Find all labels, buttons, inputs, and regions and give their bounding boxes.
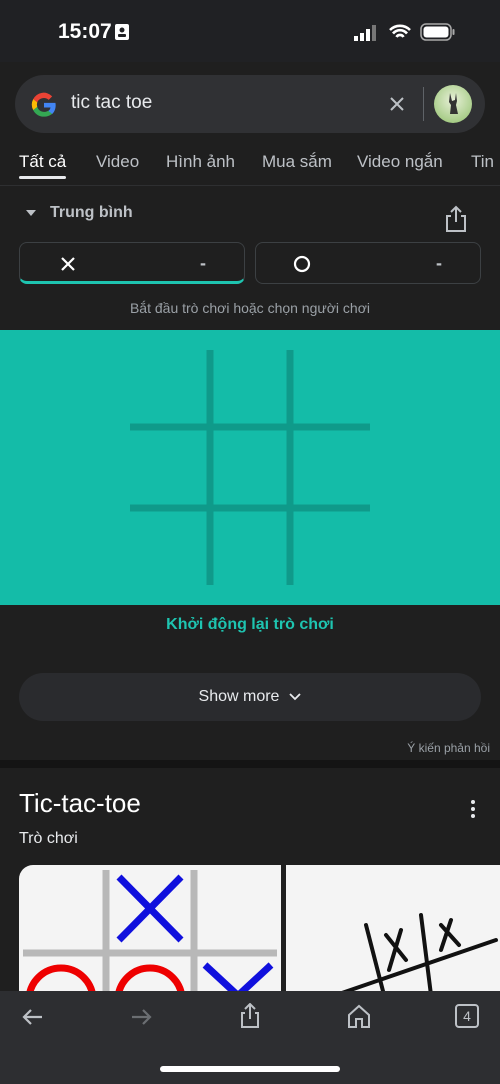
divider (423, 87, 424, 121)
search-tabs: Tất cả Video Hình ảnh Mua sắm Video ngắn… (0, 150, 500, 186)
clear-icon[interactable] (389, 96, 405, 112)
back-icon[interactable] (21, 1008, 43, 1026)
avatar[interactable] (434, 85, 472, 123)
tab-shopping[interactable]: Mua sắm (262, 152, 332, 172)
contact-icon (115, 24, 129, 40)
show-more-label: Show more (198, 688, 280, 705)
o-icon (293, 255, 311, 273)
restart-button[interactable]: Khởi động lại trò chơi (0, 616, 500, 634)
tab-images[interactable]: Hình ảnh (166, 152, 235, 172)
feedback-link[interactable]: Ý kiến phản hồi (407, 741, 490, 755)
difficulty-label: Trung bình (50, 204, 133, 221)
image-thumbnail[interactable] (286, 865, 500, 995)
image-thumbnail[interactable] (19, 865, 281, 995)
tab-video[interactable]: Video (96, 152, 139, 172)
tic-tac-toe-image (23, 870, 277, 995)
avatar-dog-icon (449, 93, 458, 114)
player-o-score: - (436, 253, 442, 273)
chevron-down-icon (289, 693, 302, 701)
tab-news[interactable]: Tin (471, 152, 494, 172)
panel-subtitle: Trò chơi (19, 830, 78, 847)
tabs-button[interactable]: 4 (455, 1004, 479, 1028)
search-bar[interactable]: tic tac toe (15, 75, 485, 133)
show-more-button[interactable]: Show more (19, 673, 481, 721)
status-time: 15:07 (58, 20, 112, 43)
player-x-button[interactable]: - (19, 242, 245, 284)
panel-title: Tic-tac-toe (19, 788, 141, 818)
share-icon[interactable] (445, 205, 467, 233)
game-board[interactable] (0, 330, 500, 605)
more-options-icon[interactable] (470, 799, 476, 819)
x-icon (61, 257, 75, 271)
search-input[interactable]: tic tac toe (71, 92, 152, 114)
caret-down-icon (26, 210, 36, 216)
signal-icon (354, 25, 376, 41)
board-grid (130, 350, 370, 585)
home-icon[interactable] (347, 1004, 371, 1028)
share-icon[interactable] (240, 1003, 260, 1029)
game-hint: Bắt đầu trò chơi hoặc chọn người chơi (129, 300, 371, 316)
google-logo-icon (31, 92, 56, 117)
forward-icon[interactable] (131, 1008, 153, 1026)
difficulty-dropdown[interactable]: Trung bình (26, 204, 133, 222)
section-divider (0, 760, 500, 768)
battery-icon (420, 23, 455, 41)
tab-short-video[interactable]: Video ngắn (357, 152, 443, 172)
tab-all[interactable]: Tất cả (19, 152, 67, 179)
status-bar: 15:07 (0, 0, 500, 62)
player-x-score: - (200, 253, 206, 273)
home-indicator (160, 1066, 340, 1072)
hand-drawn-tic-tac-toe-image (334, 913, 498, 995)
wifi-icon (389, 24, 411, 38)
player-o-button[interactable]: - (255, 242, 481, 284)
